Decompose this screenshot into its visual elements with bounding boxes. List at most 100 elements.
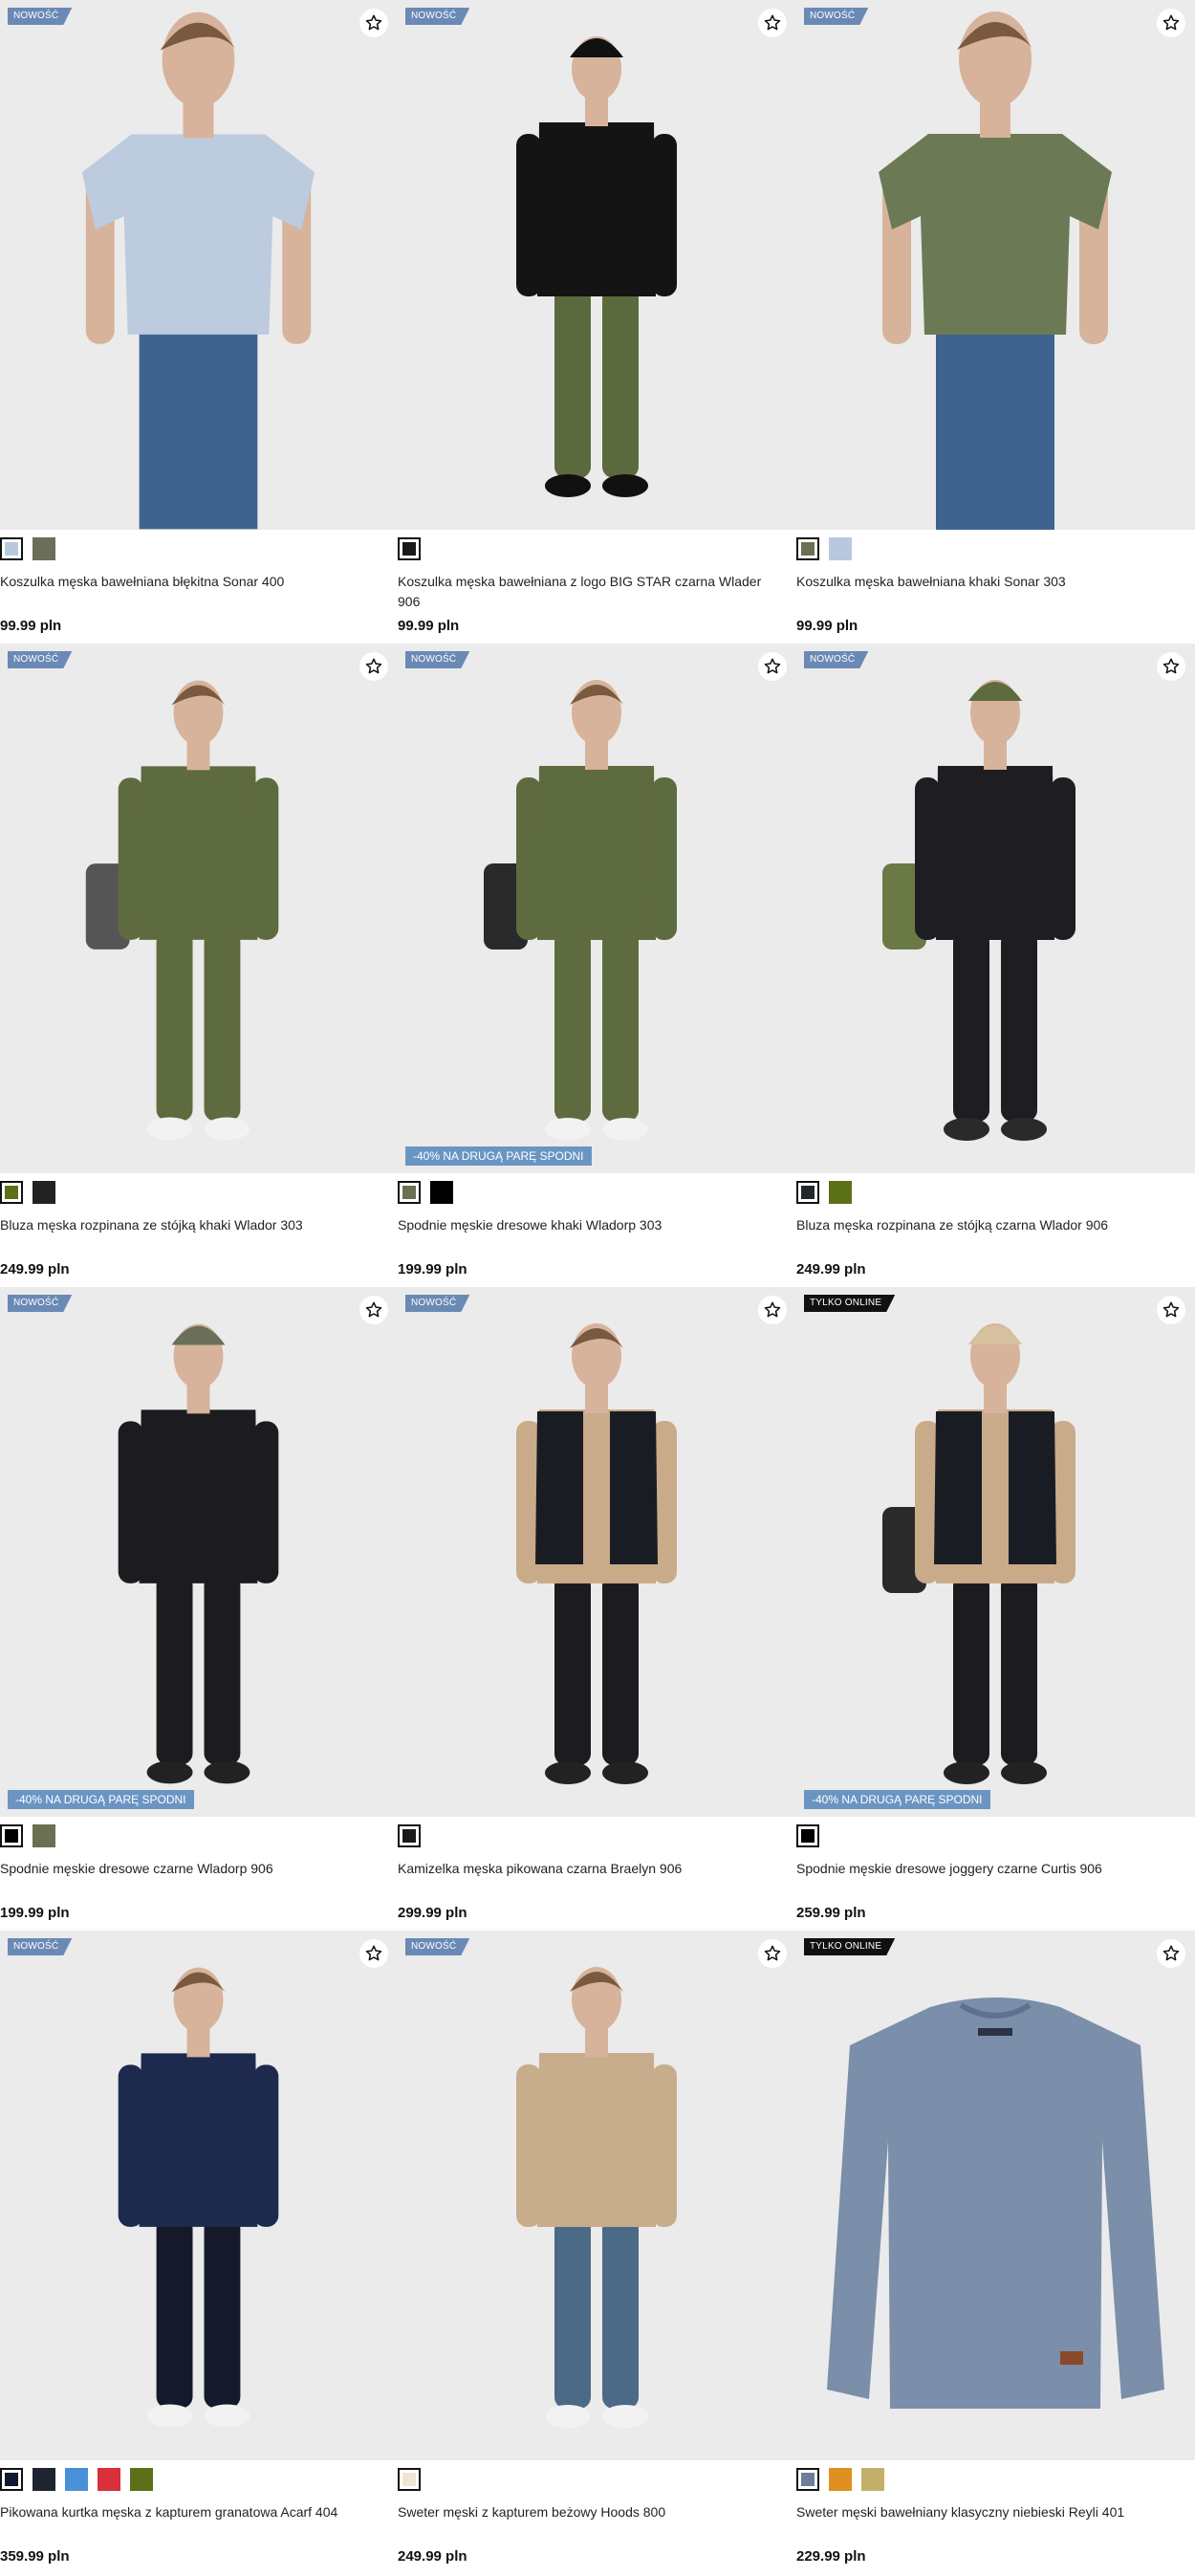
product-photo[interactable]: NOWOŚĆ — [398, 0, 796, 530]
color-swatch[interactable] — [98, 2468, 120, 2491]
product-image — [827, 1997, 1164, 2409]
color-swatch-selected[interactable] — [0, 537, 23, 560]
product-photo[interactable]: TYLKO ONLINE -40% NA DRUGĄ PARĘ SPODNI — [796, 1287, 1195, 1817]
leg-right — [1001, 930, 1037, 1122]
pants-shape — [936, 325, 1054, 530]
product-photo[interactable]: NOWOŚĆ — [796, 644, 1195, 1173]
product-name[interactable]: Kamizelka męska pikowana czarna Braelyn … — [398, 1859, 796, 1899]
color-swatch[interactable] — [430, 1181, 453, 1204]
product-photo[interactable]: NOWOŚĆ -40% NA DRUGĄ PARĘ SPODNI — [398, 644, 796, 1173]
color-swatch-selected[interactable] — [398, 1824, 421, 1847]
product-card[interactable]: NOWOŚĆ Koszulka męska bawełniana z logo … — [398, 0, 796, 644]
product-name[interactable]: Pikowana kurtka męska z kapturem granato… — [0, 2502, 398, 2543]
wishlist-button[interactable] — [359, 652, 388, 681]
wishlist-button[interactable] — [758, 1939, 787, 1968]
color-swatch[interactable] — [33, 2468, 55, 2491]
sweater-label — [978, 2028, 1012, 2036]
product-card[interactable]: NOWOŚĆ Koszulka męska bawełniana khaki S… — [796, 0, 1195, 644]
torso-shape — [936, 766, 1054, 940]
product-photo[interactable]: NOWOŚĆ — [0, 0, 398, 530]
wishlist-button[interactable] — [1157, 9, 1185, 37]
wishlist-button[interactable] — [1157, 652, 1185, 681]
color-swatch-selected[interactable] — [0, 1824, 23, 1847]
wishlist-button[interactable] — [359, 1296, 388, 1324]
color-swatch-selected[interactable] — [796, 1824, 819, 1847]
product-photo[interactable]: TYLKO ONLINE — [796, 1931, 1195, 2460]
star-icon — [1162, 658, 1180, 674]
product-price: 99.99 pln — [398, 618, 460, 634]
color-swatch-selected[interactable] — [796, 1181, 819, 1204]
product-name[interactable]: Koszulka męska bawełniana błękitna Sonar… — [0, 572, 398, 612]
product-name[interactable]: Bluza męska rozpinana ze stójką czarna W… — [796, 1215, 1195, 1255]
cap-shape — [171, 1325, 226, 1345]
leg-right — [204, 2216, 241, 2409]
color-swatch[interactable] — [33, 1824, 55, 1847]
torso-shape — [537, 122, 656, 296]
leg-right — [602, 287, 639, 478]
product-name[interactable]: Sweter męski bawełniany klasyczny niebie… — [796, 2502, 1195, 2543]
shirt-shape — [81, 134, 315, 335]
shirt-shape — [879, 134, 1112, 335]
product-photo[interactable]: NOWOŚĆ — [398, 1931, 796, 2460]
product-name[interactable]: Spodnie męskie dresowe khaki Wladorp 303 — [398, 1215, 796, 1255]
product-card[interactable]: NOWOŚĆ Bluza męska rozpinana ze stójką k… — [0, 644, 398, 1287]
wishlist-button[interactable] — [1157, 1939, 1185, 1968]
product-grid: NOWOŚĆ Koszulka męska bawełniana błękitn… — [0, 0, 1195, 2574]
product-card[interactable]: TYLKO ONLINE Sweter męski bawełniany kla… — [796, 1931, 1195, 2574]
wishlist-button[interactable] — [758, 9, 787, 37]
product-name[interactable]: Koszulka męska bawełniana z logo BIG STA… — [398, 572, 796, 612]
product-badge: NOWOŚĆ — [804, 651, 868, 668]
product-photo[interactable]: NOWOŚĆ — [796, 0, 1195, 530]
color-swatch-selected[interactable] — [398, 1181, 421, 1204]
product-photo[interactable]: NOWOŚĆ — [0, 1931, 398, 2460]
wishlist-button[interactable] — [1157, 1296, 1185, 1324]
leg-right — [204, 1573, 241, 1765]
product-name[interactable]: Koszulka męska bawełniana khaki Sonar 30… — [796, 572, 1195, 612]
product-photo[interactable]: NOWOŚĆ -40% NA DRUGĄ PARĘ SPODNI — [0, 1287, 398, 1817]
color-swatch[interactable] — [65, 2468, 88, 2491]
color-swatch[interactable] — [861, 2468, 884, 2491]
color-swatch-selected[interactable] — [0, 1181, 23, 1204]
color-swatch-selected[interactable] — [398, 2468, 421, 2491]
color-swatches — [0, 1181, 398, 1206]
color-swatch[interactable] — [130, 2468, 153, 2491]
wishlist-button[interactable] — [758, 652, 787, 681]
product-photo[interactable]: NOWOŚĆ — [0, 644, 398, 1173]
product-card[interactable]: NOWOŚĆ -40% NA DRUGĄ PARĘ SPODNI Spodnie… — [398, 644, 796, 1287]
product-name[interactable]: Spodnie męskie dresowe czarne Wladorp 90… — [0, 1859, 398, 1899]
product-name[interactable]: Sweter męski z kapturem beżowy Hoods 800 — [398, 2502, 796, 2543]
product-card[interactable]: NOWOŚĆ -40% NA DRUGĄ PARĘ SPODNI Spodnie… — [0, 1287, 398, 1931]
product-image — [118, 1967, 279, 2428]
color-swatch-selected[interactable] — [796, 537, 819, 560]
product-name[interactable]: Bluza męska rozpinana ze stójką khaki Wl… — [0, 1215, 398, 1255]
color-swatch[interactable] — [829, 1181, 852, 1204]
color-swatch[interactable] — [829, 537, 852, 560]
color-swatch-selected[interactable] — [796, 2468, 819, 2491]
star-icon — [764, 1301, 781, 1318]
shoe-left — [944, 1118, 989, 1141]
color-swatch[interactable] — [33, 1181, 55, 1204]
color-swatch-selected[interactable] — [398, 537, 421, 560]
product-photo[interactable]: NOWOŚĆ — [398, 1287, 796, 1817]
product-card[interactable]: NOWOŚĆ Pikowana kurtka męska z kapturem … — [0, 1931, 398, 2574]
product-card[interactable]: NOWOŚĆ Bluza męska rozpinana ze stójką c… — [796, 644, 1195, 1287]
color-swatch-selected[interactable] — [0, 2468, 23, 2491]
arm-left — [118, 2064, 143, 2227]
star-icon — [365, 14, 382, 31]
product-card[interactable]: NOWOŚĆ Koszulka męska bawełniana błękitn… — [0, 0, 398, 644]
color-swatch[interactable] — [33, 537, 55, 560]
product-name[interactable]: Spodnie męskie dresowe joggery czarne Cu… — [796, 1859, 1195, 1899]
vest-right — [610, 1411, 658, 1564]
wishlist-button[interactable] — [359, 9, 388, 37]
wishlist-button[interactable] — [359, 1939, 388, 1968]
color-swatch[interactable] — [829, 2468, 852, 2491]
arm-right — [652, 134, 677, 296]
vest-left — [934, 1411, 982, 1564]
product-card[interactable]: NOWOŚĆ Kamizelka męska pikowana czarna B… — [398, 1287, 796, 1931]
arm-left — [516, 2064, 541, 2227]
product-card[interactable]: NOWOŚĆ Sweter męski z kapturem beżowy Ho… — [398, 1931, 796, 2574]
product-card[interactable]: TYLKO ONLINE -40% NA DRUGĄ PARĘ SPODNI S… — [796, 1287, 1195, 1931]
torso-shape — [139, 1409, 258, 1583]
arm-right — [652, 2064, 677, 2227]
wishlist-button[interactable] — [758, 1296, 787, 1324]
